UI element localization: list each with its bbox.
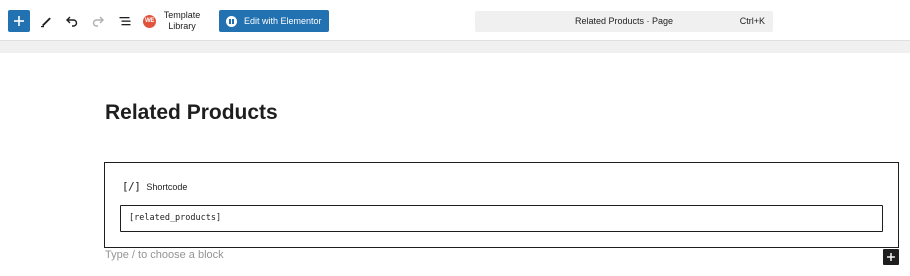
template-library-button[interactable]: WE Template Library — [143, 8, 202, 34]
command-palette-bar[interactable]: Related Products · Page Ctrl+K — [475, 11, 773, 32]
command-shortcut: Ctrl+K — [739, 16, 765, 26]
document-title: Related Products · Page — [574, 16, 674, 26]
edit-with-elementor-label: Edit with Elementor — [244, 16, 322, 26]
block-inserter-button[interactable] — [883, 249, 899, 265]
shortcode-icon: [/] — [122, 180, 141, 193]
list-view-icon — [119, 17, 131, 26]
template-library-logo-icon: WE — [143, 14, 156, 28]
redo-button[interactable] — [88, 11, 108, 31]
tools-button[interactable] — [36, 11, 56, 31]
document-overview-button[interactable] — [115, 11, 135, 31]
redo-icon — [92, 16, 104, 27]
canvas-top-strip — [0, 41, 910, 53]
plus-icon — [887, 253, 895, 261]
page-title[interactable]: Related Products — [105, 101, 278, 125]
shortcode-label: Shortcode — [146, 181, 188, 192]
plus-icon — [14, 16, 24, 26]
pencil-icon — [41, 17, 51, 28]
undo-icon — [66, 16, 78, 27]
undo-button[interactable] — [62, 11, 82, 31]
block-placeholder[interactable]: Type / to choose a block — [105, 249, 224, 261]
shortcode-header: [/] Shortcode — [122, 180, 187, 193]
shortcode-block[interactable]: [/] Shortcode [related_products] — [104, 162, 899, 248]
add-block-button[interactable] — [8, 10, 30, 32]
edit-with-elementor-button[interactable]: Edit with Elementor — [219, 10, 329, 32]
editor-toolbar: WE Template Library Edit with Elementor … — [0, 0, 910, 41]
elementor-icon — [226, 15, 237, 27]
shortcode-input[interactable]: [related_products] — [120, 205, 883, 232]
template-library-label: Template Library — [163, 10, 201, 31]
